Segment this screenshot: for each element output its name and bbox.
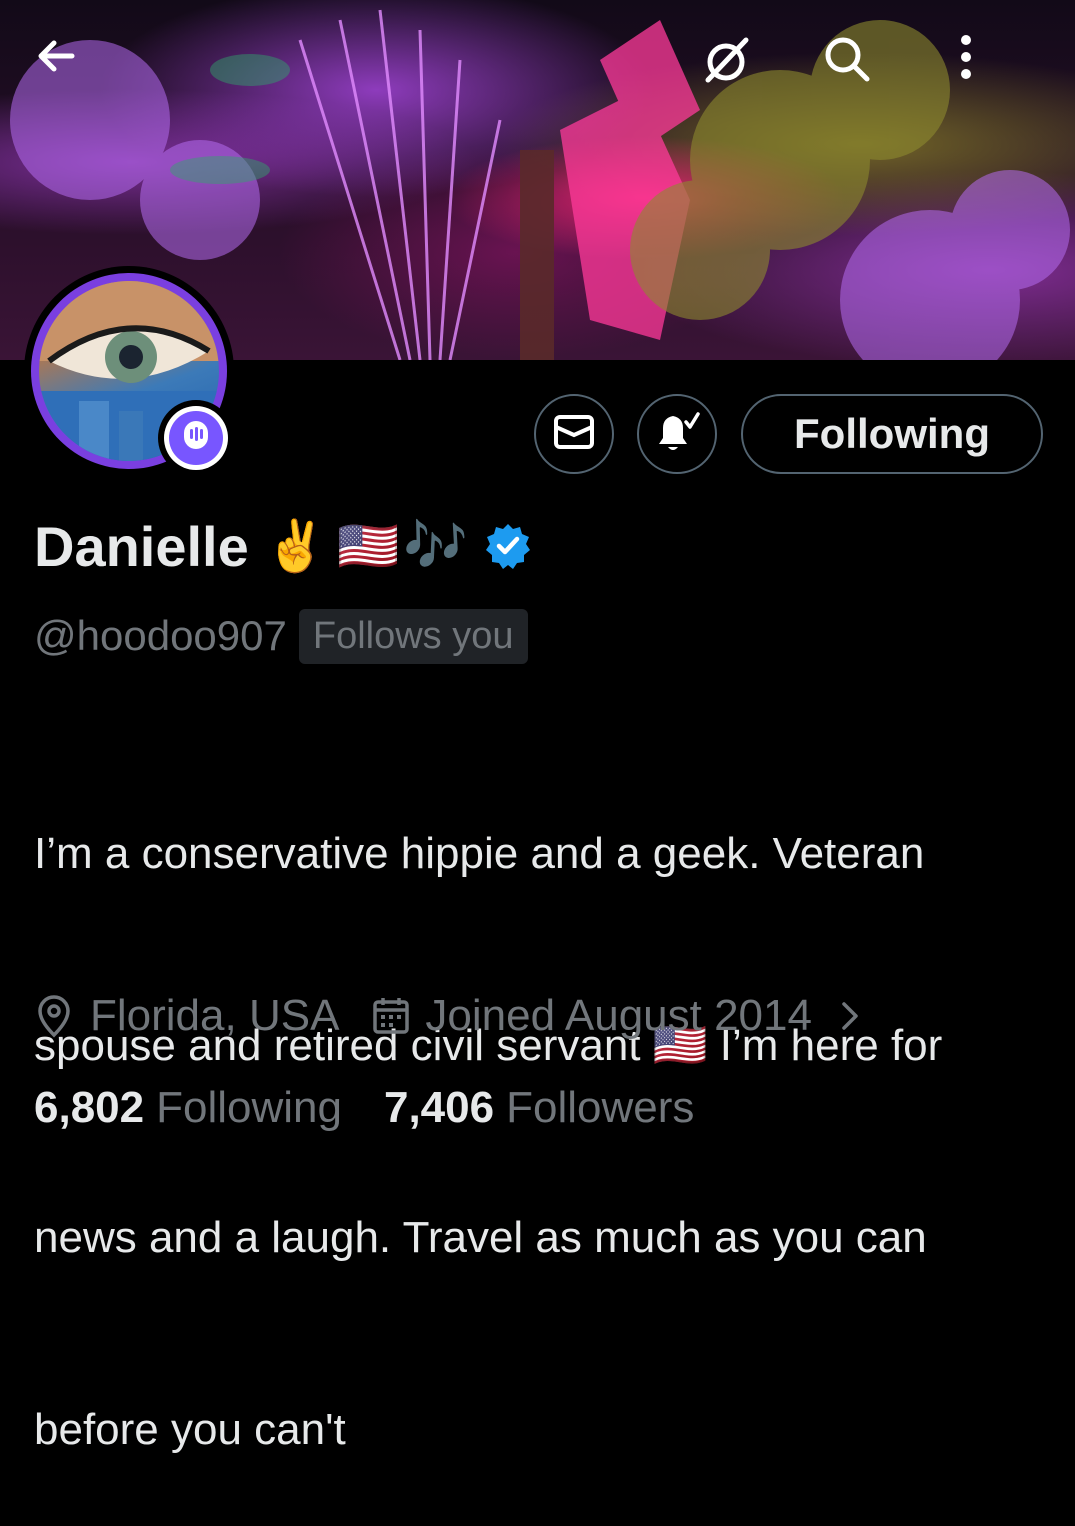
followers-label: Followers: [506, 1083, 695, 1132]
grok-button[interactable]: [698, 32, 782, 116]
followers-stat[interactable]: 7,406 Followers: [384, 1083, 694, 1133]
spaces-icon: [181, 419, 211, 458]
display-name: Danielle: [34, 514, 249, 578]
following-stat[interactable]: 6,802 Following: [34, 1083, 342, 1133]
envelope-icon: [554, 414, 594, 454]
us-flag-emoji: 🇺🇸: [337, 518, 400, 574]
bio-line: I’m a conservative hippie and a geek. Ve…: [34, 829, 925, 878]
calendar-icon: [371, 996, 411, 1036]
musical-notes-emoji: 🎶: [403, 517, 469, 575]
follow-stats: 6,802 Following 7,406 Followers: [34, 1078, 694, 1138]
followers-count: 7,406: [383, 1083, 495, 1132]
location-pin-icon: [34, 994, 74, 1038]
handle-row: @hoodoo907 Follows you: [34, 606, 528, 666]
bio-line: before you can't: [34, 1405, 346, 1454]
chevron-right-icon[interactable]: [838, 996, 862, 1036]
joined-date-text: Joined August 2014: [425, 991, 812, 1040]
search-button[interactable]: [820, 32, 904, 116]
handle: @hoodoo907: [34, 612, 287, 659]
following-count: 6,802: [34, 1083, 145, 1132]
back-button[interactable]: [32, 32, 116, 116]
profile-meta: Florida, USA Joined August 2014: [34, 986, 862, 1046]
more-button[interactable]: [956, 32, 1040, 116]
victory-hand-emoji: ✌️: [264, 518, 328, 574]
spaces-badge[interactable]: [158, 400, 234, 476]
display-name-row: Danielle ✌️ 🇺🇸 🎶: [34, 510, 532, 582]
verified-badge-icon[interactable]: [484, 522, 532, 570]
following-label: Following: [156, 1083, 342, 1132]
message-button[interactable]: [534, 394, 614, 474]
notifications-button[interactable]: [637, 394, 717, 474]
follows-you-badge: Follows you: [298, 608, 528, 664]
following-button[interactable]: Following: [741, 394, 1043, 474]
bell-check-icon: [653, 410, 701, 459]
bio-line: news and a laugh. Travel as much as you …: [34, 1213, 927, 1262]
location-text: Florida, USA: [90, 991, 340, 1040]
